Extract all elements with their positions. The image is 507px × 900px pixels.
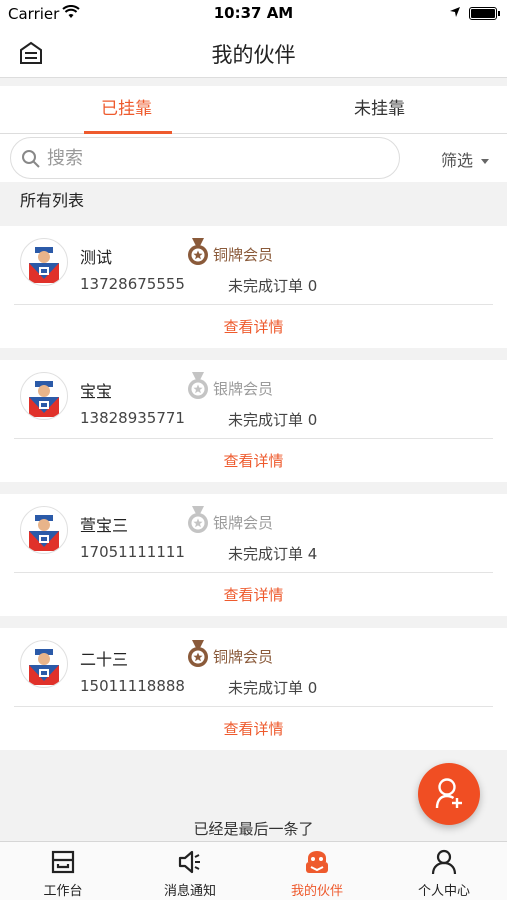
avatar [20,372,68,420]
divider [14,304,493,305]
avatar [20,506,68,554]
partner-card: 萱宝三 银牌会员 17051111111 未完成订单 4 查看详情 [0,494,507,616]
member-level-label: 铜牌会员 [213,648,274,666]
tabbar-label: 我的伙伴 [290,884,343,899]
partner-phone: 17051111111 [80,543,185,561]
megaphone-icon [178,850,200,874]
clock: 10:37 AM [213,4,294,22]
divider [14,438,493,439]
tab-attached[interactable]: 已挂靠 [0,86,253,134]
search-box[interactable] [10,137,400,179]
page-title: 我的伙伴 [211,43,296,67]
filter-dropdown[interactable]: 筛选 [441,147,489,171]
partner-name: 测试 [80,248,113,267]
worker-avatar-icon [29,649,59,685]
pending-orders: 未完成订单 4 [228,545,318,563]
divider [14,572,493,573]
end-of-list-text: 已经是最后一条了 [193,820,314,838]
pending-orders: 未完成订单 0 [228,411,318,429]
tabbar-label: 消息通知 [163,884,216,899]
add-partner-button[interactable] [418,763,480,825]
silver-medal-icon [188,506,208,533]
view-details-link[interactable]: 查看详情 [0,718,507,739]
filter-label: 筛选 [440,151,473,170]
caret-down-icon [481,159,489,164]
tabbar-item-notifications[interactable]: 消息通知 [127,842,253,900]
list-title: 所有列表 [20,191,85,210]
partner-phone: 13728675555 [80,275,185,293]
partner-name: 二十三 [80,650,129,669]
partner-name: 萱宝三 [80,516,129,535]
divider [14,706,493,707]
location-arrow-icon [450,7,460,17]
search-icon [22,150,40,168]
worker-avatar-icon [29,515,59,551]
silver-medal-icon [188,372,208,399]
pending-orders: 未完成订单 0 [228,679,318,697]
avatar [20,238,68,286]
partner-card: 二十三 铜牌会员 15011118888 未完成订单 0 查看详情 [0,628,507,750]
worker-avatar-icon [29,381,59,417]
copper-medal-icon [188,238,208,265]
search-row: 筛选 [0,134,507,182]
partner-phone: 15011118888 [80,677,185,695]
tabbar-item-profile[interactable]: 个人中心 [381,842,507,900]
search-input[interactable] [47,144,387,172]
worker-avatar-icon [29,247,59,283]
member-level-label: 银牌会员 [213,514,274,532]
partner-icon [306,851,328,873]
member-level-label: 银牌会员 [213,380,274,398]
add-person-icon [435,778,462,809]
tabbar-label: 个人中心 [417,884,470,899]
nav-bar: 我的伙伴 [0,28,507,78]
partner-card: 测试 铜牌会员 13728675555 未完成订单 0 查看详情 [0,226,507,348]
workbench-icon [51,850,75,874]
copper-medal-icon [188,640,208,667]
pending-orders: 未完成订单 0 [228,277,318,295]
person-icon [431,849,457,875]
partner-phone: 13828935771 [80,409,185,427]
status-bar: Carrier 10:37 AM [0,0,507,28]
member-level-label: 铜牌会员 [213,246,274,264]
battery-icon [469,7,500,20]
view-details-link[interactable]: 查看详情 [0,316,507,337]
tabbar-item-workbench[interactable]: 工作台 [0,842,126,900]
bottom-tab-bar: 工作台 消息通知 我的伙伴 个人中心 [0,841,507,900]
tabbar-item-partners[interactable]: 我的伙伴 [254,842,380,900]
partner-card: 宝宝 银牌会员 13828935771 未完成订单 0 查看详情 [0,360,507,482]
tab-bar: 已挂靠 未挂靠 [0,86,507,134]
avatar [20,640,68,688]
tabbar-label: 工作台 [43,884,83,899]
partner-name: 宝宝 [80,382,113,401]
view-details-link[interactable]: 查看详情 [0,584,507,605]
view-details-link[interactable]: 查看详情 [0,450,507,471]
tab-unattached[interactable]: 未挂靠 [253,86,506,134]
